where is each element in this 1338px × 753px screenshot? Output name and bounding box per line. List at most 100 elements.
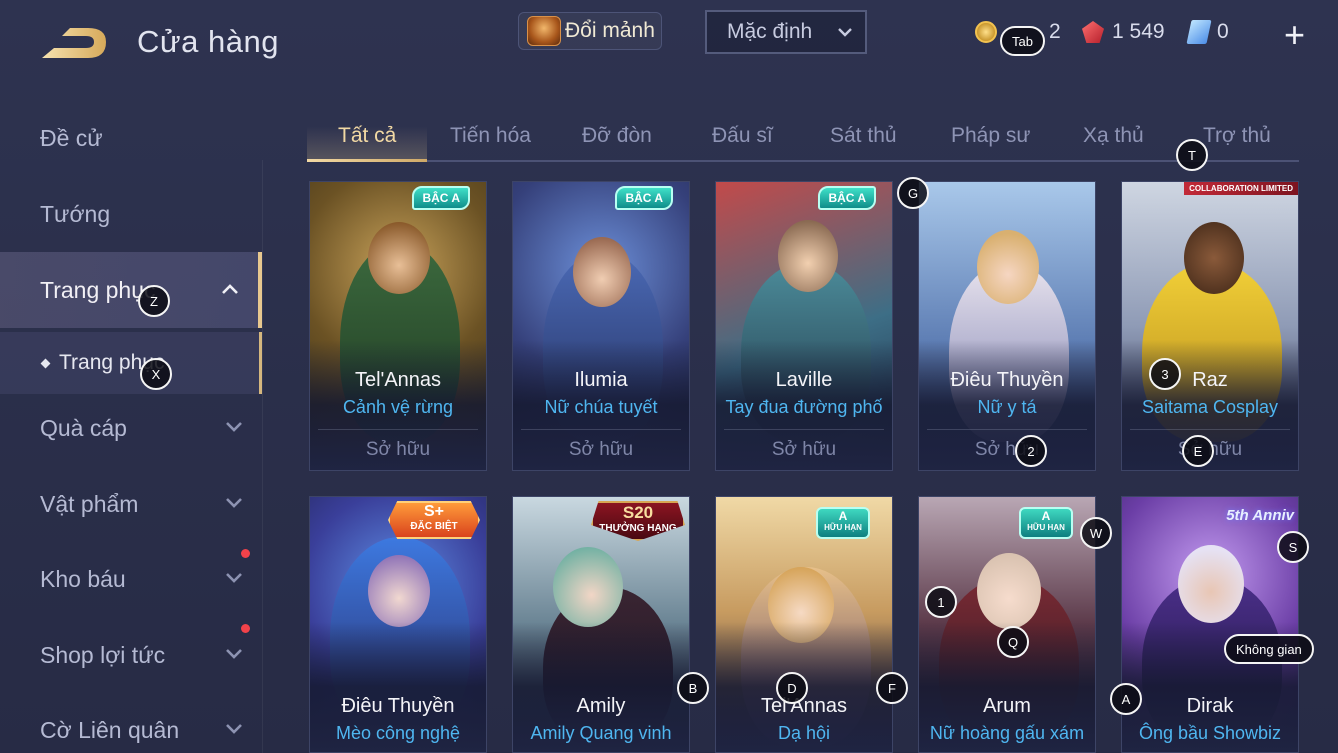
- key-hint-z: Z: [138, 285, 170, 317]
- owned-status: Sở hữu: [974, 439, 1040, 460]
- sidebar-item-label: Quà cáp: [40, 414, 127, 441]
- sidebar-item-items[interactable]: Vật phẩm: [0, 476, 262, 532]
- skin-card[interactable]: 5th Anniv Dirak Ông bầu Showbiz: [1121, 496, 1299, 753]
- hero-name: Laville: [775, 369, 833, 391]
- sidebar-subitem-skins[interactable]: Trang phục: [0, 332, 262, 394]
- hero-name: Arum: [983, 695, 1031, 717]
- skin-artwork-head: [977, 553, 1041, 629]
- tier-badge-label: HỮU HẠN: [1027, 523, 1065, 532]
- page-title: Cửa hàng: [137, 24, 279, 59]
- ruby-currency: 1 549: [1082, 20, 1165, 44]
- tab-support[interactable]: Trợ thủ: [1203, 124, 1271, 148]
- skin-name: Nữ chúa tuyết: [544, 397, 658, 417]
- key-hint-2: 2: [1015, 435, 1047, 467]
- skin-artwork-head: [778, 220, 838, 292]
- card-divider: [1130, 429, 1290, 430]
- chevron-down-icon: [838, 28, 852, 37]
- tab-evolution[interactable]: Tiến hóa: [450, 124, 531, 148]
- hero-name: Dirak: [1186, 695, 1234, 717]
- skin-name: Nữ y tá: [977, 397, 1037, 417]
- sidebar-item-label: Tướng: [40, 200, 111, 227]
- role-tabs: Tất cả Tiến hóa Đỡ đòn Đấu sĩ Sát thủ Ph…: [307, 118, 1299, 162]
- skin-card[interactable]: BẬC A Ilumia Nữ chúa tuyết Sở hữu: [512, 181, 690, 471]
- skin-card[interactable]: Điêu Thuyền Nữ y tá Sở hữu: [918, 181, 1096, 471]
- chevron-down-icon: [226, 573, 242, 583]
- key-hint-1: 1: [925, 586, 957, 618]
- tier-badge: A HỮU HẠN: [816, 507, 870, 539]
- hero-name: Amily: [576, 695, 626, 717]
- skin-name: Ông bầu Showbiz: [1138, 723, 1282, 743]
- voucher-value: 0: [1217, 20, 1229, 43]
- exchange-fragments-button[interactable]: Đổi mảnh: [518, 12, 662, 50]
- sort-dropdown[interactable]: Mặc định: [705, 10, 867, 54]
- skin-card[interactable]: BẬC A Tel'Annas Cảnh vệ rừng Sở hữu: [309, 181, 487, 471]
- ruby-icon: [1082, 21, 1104, 43]
- tier-badge-grade: A: [838, 509, 848, 523]
- skin-card[interactable]: S20 THƯỞNG HẠNG Amily Amily Quang vinh: [512, 496, 690, 753]
- sidebar-item-label: Cờ Liên quân: [40, 716, 180, 743]
- tier-badge-grade: A: [1041, 509, 1051, 523]
- sidebar-item-gifts[interactable]: Quà cáp: [0, 400, 262, 456]
- skin-name: Mèo công nghệ: [335, 723, 461, 743]
- voucher-icon: [1186, 20, 1212, 44]
- sidebar-item-chess[interactable]: Cờ Liên quân: [0, 702, 262, 753]
- tab-all[interactable]: Tất cả: [338, 124, 396, 148]
- sidebar-item-profit-shop[interactable]: Shop lợi tức: [0, 627, 262, 683]
- back-button[interactable]: [40, 22, 108, 62]
- key-hint-d: D: [776, 672, 808, 704]
- skin-name: Tay đua đường phố: [725, 397, 883, 417]
- tier-badge: BẬC A: [615, 186, 673, 210]
- collab-badge: COLLABORATION LIMITED: [1184, 182, 1298, 195]
- skin-name: Nữ hoàng gấu xám: [929, 723, 1085, 743]
- tab-marksman[interactable]: Xạ thủ: [1083, 124, 1144, 148]
- tier-badge: BẬC A: [412, 186, 470, 210]
- tier-badge-label: HỮU HẠN: [824, 523, 862, 532]
- tab-tank[interactable]: Đỡ đòn: [582, 124, 652, 148]
- hero-name: Điêu Thuyền: [341, 695, 455, 717]
- skin-name: Dạ hội: [777, 723, 831, 743]
- skin-card[interactable]: A HỮU HẠN Tel'Annas Dạ hội: [715, 496, 893, 753]
- tab-assassin[interactable]: Sát thủ: [830, 124, 897, 148]
- skin-artwork-head: [368, 222, 430, 294]
- key-hint-e: E: [1182, 435, 1214, 467]
- tier-badge-grade: S20: [622, 503, 654, 522]
- hero-name: Điêu Thuyền: [950, 369, 1064, 391]
- skin-artwork-head: [553, 547, 623, 627]
- chevron-down-icon: [226, 422, 242, 432]
- card-divider: [927, 429, 1087, 430]
- sidebar-item-featured[interactable]: Đề cử: [0, 110, 262, 166]
- skin-card[interactable]: COLLABORATION LIMITED Raz Saitama Cospla…: [1121, 181, 1299, 471]
- key-hint-3: 3: [1149, 358, 1181, 390]
- sidebar-item-heroes[interactable]: Tướng: [0, 186, 262, 242]
- ruby-value: 1 549: [1112, 20, 1165, 43]
- skin-card[interactable]: BẬC A Laville Tay đua đường phố Sở hữu: [715, 181, 893, 471]
- active-tab-underline: [307, 159, 427, 162]
- skin-artwork-head: [573, 237, 631, 307]
- tier-badge-grade: S+: [423, 503, 444, 520]
- tier-badge: S+ ĐẶC BIỆT: [388, 501, 480, 539]
- skin-artwork-head: [1184, 222, 1244, 294]
- key-hint-t: T: [1176, 139, 1208, 171]
- sidebar-divider: [262, 160, 263, 753]
- skin-card[interactable]: S+ ĐẶC BIỆT Điêu Thuyền Mèo công nghệ: [309, 496, 487, 753]
- sidebar-item-label: Vật phẩm: [40, 490, 139, 517]
- sidebar-item-treasure[interactable]: Kho báu: [0, 551, 262, 607]
- key-hint-f: F: [876, 672, 908, 704]
- key-hint-tab: Tab: [1000, 26, 1045, 56]
- key-hint-b: B: [677, 672, 709, 704]
- tab-mage[interactable]: Pháp sư: [951, 124, 1030, 148]
- skin-name: Amily Quang vinh: [530, 723, 672, 743]
- tier-badge-label: ĐẶC BIỆT: [410, 521, 458, 532]
- add-currency-button[interactable]: +: [1284, 17, 1305, 53]
- gold-value: 2: [1049, 20, 1061, 43]
- key-hint-g: G: [897, 177, 929, 209]
- sidebar-item-skins[interactable]: Trang phục: [0, 252, 262, 328]
- tab-fighter[interactable]: Đấu sĩ: [712, 124, 773, 148]
- owned-status: Sở hữu: [568, 439, 634, 460]
- key-hint-w: W: [1080, 517, 1112, 549]
- card-divider: [724, 429, 884, 430]
- chevron-down-icon: [226, 498, 242, 508]
- anniversary-badge: 5th Anniv: [1226, 507, 1294, 524]
- sidebar-item-label: Kho báu: [40, 565, 126, 592]
- skin-card[interactable]: A HỮU HẠN Arum Nữ hoàng gấu xám: [918, 496, 1096, 753]
